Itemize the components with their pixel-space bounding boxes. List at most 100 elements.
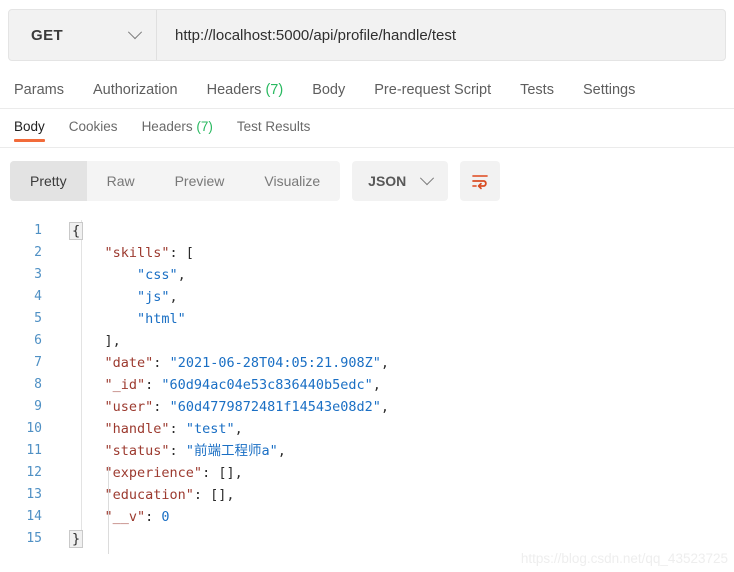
code-token: :: [145, 377, 162, 393]
code-token: 0: [161, 509, 170, 525]
code-token: "skills": [104, 245, 170, 261]
response-body-code[interactable]: 1{2 "skills": [3 "css", 4 "js", 5 "html" 6 …: [0, 214, 734, 554]
code-line-text: "js",: [62, 286, 178, 308]
code-token: : [: [169, 245, 194, 261]
request-url-bar: GET http://localhost:5000/api/profile/ha…: [8, 9, 726, 61]
tab-settings[interactable]: Settings: [583, 82, 635, 98]
code-token: "date": [104, 355, 154, 371]
tab-body-label: Body: [312, 81, 346, 98]
code-line: 14 "__v": 0: [0, 506, 734, 528]
code-line-text: "__v": 0: [62, 506, 170, 528]
code-line: 13 "education": [],: [0, 484, 734, 506]
view-mode-visualize[interactable]: Visualize: [244, 161, 340, 201]
view-mode-preview-label: Preview: [174, 173, 225, 189]
wrap-lines-icon: [472, 175, 489, 190]
view-mode-visualize-label: Visualize: [264, 173, 321, 189]
code-line-text: "skills": [: [62, 242, 194, 264]
code-token: ,: [169, 289, 178, 305]
line-number: 1: [34, 223, 42, 238]
line-number: 7: [34, 355, 42, 370]
line-number: 2: [34, 245, 42, 260]
code-token: ,: [177, 267, 186, 283]
code-fold-marker[interactable]: {: [69, 222, 84, 240]
code-token: "_id": [104, 377, 146, 393]
view-mode-preview[interactable]: Preview: [155, 161, 245, 201]
wrap-lines-button[interactable]: [460, 161, 501, 201]
tab-tests-label: Tests: [520, 81, 554, 98]
code-token: :: [145, 509, 162, 525]
code-token: "status": [104, 443, 170, 459]
code-token: "2021-06-28T04:05:21.908Z": [169, 355, 381, 371]
code-token: :: [169, 421, 186, 437]
code-line-text: "css",: [62, 264, 186, 286]
response-tab-bar: Body Cookies Headers (7) Test Results: [0, 109, 734, 148]
view-mode-raw[interactable]: Raw: [87, 161, 155, 201]
tab-headers-label: Headers: [206, 81, 262, 98]
code-line-list: 1{2 "skills": [3 "css", 4 "js", 5 "html" 6 …: [0, 220, 734, 550]
code-line-text: {: [62, 220, 84, 242]
tab-pre-request-script[interactable]: Pre-request Script: [374, 82, 491, 98]
tab-params[interactable]: Params: [14, 82, 64, 98]
code-line: 2 "skills": [: [0, 242, 734, 264]
response-tab-body-label: Body: [14, 119, 45, 134]
line-number: 12: [26, 465, 42, 480]
code-token: "css": [137, 267, 178, 283]
line-number: 15: [26, 531, 42, 546]
response-view-toolbar: Pretty Raw Preview Visualize JSON: [0, 148, 734, 214]
line-number: 14: [26, 509, 42, 524]
code-line: 7 "date": "2021-06-28T04:05:21.908Z",: [0, 352, 734, 374]
line-number: 3: [34, 267, 42, 282]
tab-authorization-label: Authorization: [92, 81, 178, 98]
watermark: https://blog.csdn.net/qq_43523725: [520, 551, 728, 566]
request-url-input[interactable]: http://localhost:5000/api/profile/handle…: [157, 10, 725, 60]
code-line: 9 "user": "60d4779872481f14543e08d2",: [0, 396, 734, 418]
code-line-text: "date": "2021-06-28T04:05:21.908Z",: [62, 352, 390, 374]
code-token: :: [153, 399, 170, 415]
code-token: :: [153, 355, 170, 371]
code-line: 5 "html": [0, 308, 734, 330]
tab-headers[interactable]: Headers (7): [207, 82, 284, 98]
tab-tests[interactable]: Tests: [520, 82, 554, 98]
response-tab-headers[interactable]: Headers (7): [142, 119, 213, 141]
response-tab-headers-count: (7): [196, 119, 213, 134]
code-line: 11 "status": "前端工程师a",: [0, 440, 734, 462]
tab-params-label: Params: [14, 81, 64, 98]
code-line: 12 "experience": [],: [0, 462, 734, 484]
line-number: 11: [26, 443, 42, 458]
code-line: 4 "js",: [0, 286, 734, 308]
code-token: : [],: [193, 487, 235, 503]
response-tab-cookies[interactable]: Cookies: [69, 119, 118, 141]
response-format-select[interactable]: JSON: [352, 161, 449, 201]
code-token: "60d94ac04e53c836440b5edc": [161, 377, 373, 393]
response-tab-headers-label: Headers: [141, 119, 193, 134]
code-line: 8 "_id": "60d94ac04e53c836440b5edc",: [0, 374, 734, 396]
response-tab-cookies-label: Cookies: [68, 119, 118, 134]
code-token: "__v": [104, 509, 146, 525]
code-line-text: "user": "60d4779872481f14543e08d2",: [62, 396, 390, 418]
code-token: "user": [104, 399, 154, 415]
view-mode-pretty[interactable]: Pretty: [10, 161, 87, 201]
line-number: 9: [34, 399, 42, 414]
code-line-text: "handle": "test",: [62, 418, 243, 440]
code-token: "js": [137, 289, 170, 305]
line-number: 13: [26, 487, 42, 502]
chevron-down-icon: [420, 171, 435, 186]
tab-authorization[interactable]: Authorization: [93, 82, 178, 98]
http-method-select[interactable]: GET: [9, 10, 157, 60]
code-token: "html": [137, 311, 186, 327]
code-token: "education": [104, 487, 194, 503]
tab-body[interactable]: Body: [312, 82, 345, 98]
response-tab-body[interactable]: Body: [14, 119, 45, 142]
tab-pre-request-script-label: Pre-request Script: [374, 81, 492, 98]
code-line-text: "status": "前端工程师a",: [62, 440, 286, 462]
code-token: "前端工程师a": [185, 443, 278, 459]
code-fold-marker[interactable]: }: [69, 530, 84, 548]
response-tab-test-results[interactable]: Test Results: [237, 119, 311, 141]
